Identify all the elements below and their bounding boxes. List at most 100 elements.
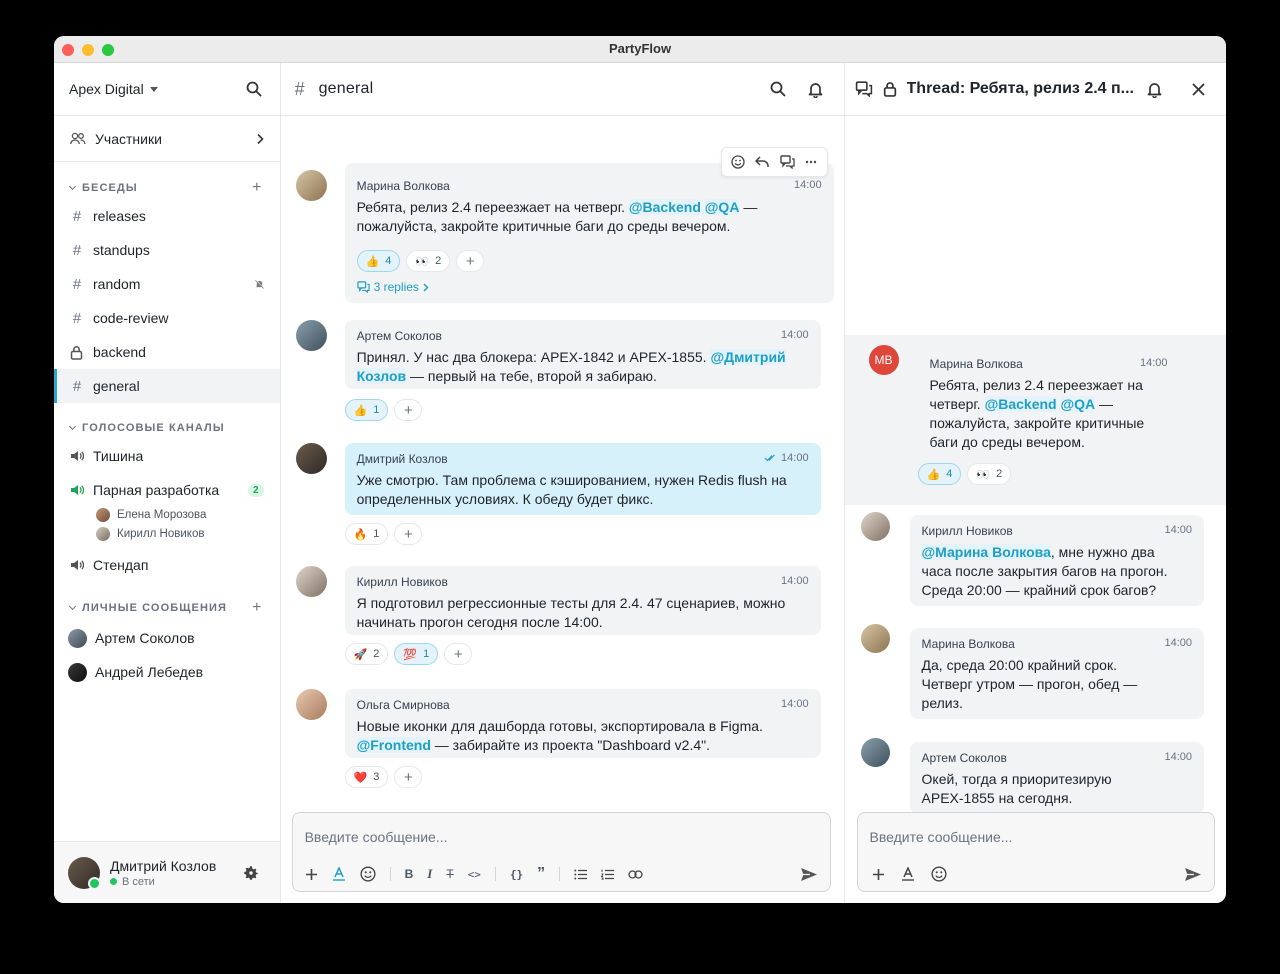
- bullet-list-icon[interactable]: [574, 869, 588, 880]
- hash-icon: #: [72, 377, 82, 395]
- add-reaction-button[interactable]: +: [394, 399, 423, 421]
- channel-general[interactable]: # general: [54, 369, 280, 403]
- reaction-thumbs-up[interactable]: 👍 1: [344, 399, 389, 421]
- avatar[interactable]: [295, 170, 327, 201]
- voice-channel-silence[interactable]: Тишина: [54, 439, 280, 473]
- avatar[interactable]: [68, 856, 101, 890]
- message-author[interactable]: Артем Соколов: [357, 329, 442, 343]
- send-button[interactable]: [1184, 867, 1202, 882]
- message-author[interactable]: Марина Волкова: [930, 357, 1023, 371]
- members-link[interactable]: Участники: [54, 117, 280, 162]
- code-block-icon[interactable]: {}: [510, 868, 523, 881]
- quote-icon[interactable]: ”: [537, 866, 545, 882]
- avatar[interactable]: [295, 566, 327, 597]
- add-dm-icon[interactable]: +: [252, 599, 262, 617]
- reaction-heart[interactable]: ❤️ 3: [344, 766, 389, 788]
- numbered-list-icon[interactable]: [601, 869, 615, 880]
- title-bar: PartyFlow: [54, 36, 1226, 63]
- add-reaction-button[interactable]: +: [444, 643, 473, 665]
- emoji-icon[interactable]: [930, 866, 947, 882]
- mention[interactable]: @QA: [1060, 396, 1096, 412]
- reaction-eyes[interactable]: 👀 2: [967, 463, 1012, 485]
- mention[interactable]: @QA: [704, 199, 740, 215]
- add-reaction-button[interactable]: +: [394, 523, 423, 545]
- mention[interactable]: @Backend: [984, 396, 1057, 412]
- mention[interactable]: @Марина Волкова: [921, 544, 1051, 560]
- avatar[interactable]: [860, 624, 890, 653]
- mention[interactable]: @Backend: [628, 199, 701, 215]
- mention[interactable]: @Дмитрий: [710, 349, 786, 365]
- link-icon[interactable]: [628, 869, 643, 879]
- close-icon[interactable]: [1188, 79, 1208, 99]
- avatar[interactable]: [295, 443, 327, 474]
- status-indicator[interactable]: В сети: [110, 876, 216, 888]
- dm-andrey-lebedev[interactable]: Андрей Лебедев: [54, 655, 280, 689]
- voice-participant[interactable]: Кирилл Новиков: [54, 524, 280, 543]
- message-author[interactable]: Марина Волкова: [357, 179, 450, 193]
- channel-code-review[interactable]: # code-review: [54, 301, 280, 335]
- bell-icon[interactable]: [1144, 79, 1164, 99]
- reaction-rocket[interactable]: 🚀 2: [344, 643, 389, 665]
- channel-random[interactable]: # random: [54, 267, 280, 301]
- mention[interactable]: @Frontend: [356, 737, 431, 753]
- gear-icon[interactable]: [242, 864, 260, 882]
- attach-plus-icon[interactable]: [872, 868, 885, 881]
- channel-standups[interactable]: # standups: [54, 233, 280, 267]
- dm-artem-sokolov[interactable]: Артем Соколов: [54, 621, 280, 655]
- italic-icon[interactable]: I: [427, 866, 432, 882]
- message-author[interactable]: Марина Волкова: [922, 637, 1015, 651]
- message-author[interactable]: Дмитрий Козлов: [357, 452, 448, 466]
- reply-icon[interactable]: [755, 156, 770, 168]
- text-format-icon[interactable]: [901, 867, 915, 881]
- voice-section-header[interactable]: ГОЛОСОВЫЕ КАНАЛЫ: [54, 417, 280, 439]
- voice-channel-standup[interactable]: Стендап: [54, 548, 280, 582]
- message-author[interactable]: Кирилл Новиков: [357, 575, 448, 589]
- reaction-thumbs-up[interactable]: 👍 4: [356, 250, 401, 272]
- more-icon[interactable]: [805, 160, 817, 164]
- message-author[interactable]: Кирилл Новиков: [922, 524, 1013, 538]
- reaction-thumbs-up[interactable]: 👍 4: [917, 463, 962, 485]
- channel-releases[interactable]: # releases: [54, 199, 280, 233]
- dm-section-header[interactable]: ЛИЧНЫЕ СООБЩЕНИЯ +: [54, 597, 280, 619]
- avatar[interactable]: [295, 689, 327, 720]
- zoom-window-button[interactable]: [102, 44, 114, 56]
- add-reaction-button[interactable]: +: [456, 250, 485, 272]
- attach-plus-icon[interactable]: [305, 868, 318, 881]
- workspace-switcher[interactable]: Apex Digital: [69, 81, 158, 97]
- message-author[interactable]: Ольга Смирнова: [357, 698, 450, 712]
- thread-message-input[interactable]: Введите сообщение...: [870, 829, 1013, 845]
- reaction-hundred[interactable]: 💯 1: [394, 643, 439, 665]
- thread-replies-link[interactable]: 3 replies: [356, 280, 822, 294]
- thread-icon[interactable]: [780, 155, 795, 169]
- avatar[interactable]: [860, 738, 890, 767]
- avatar[interactable]: [295, 320, 327, 351]
- bold-icon[interactable]: B: [405, 867, 414, 881]
- message-input[interactable]: Введите сообщение...: [305, 829, 448, 845]
- add-channel-icon[interactable]: +: [252, 179, 262, 197]
- mention[interactable]: Козлов: [356, 368, 407, 384]
- voice-channel-pair-programming[interactable]: Парная разработка 2: [54, 475, 280, 505]
- emoji-icon[interactable]: [360, 866, 376, 882]
- text-format-icon[interactable]: [332, 867, 346, 881]
- thread-composer[interactable]: Введите сообщение...: [856, 812, 1215, 892]
- conversations-section-header[interactable]: БЕСЕДЫ +: [54, 177, 280, 199]
- voice-participant[interactable]: Елена Морозова: [54, 505, 280, 524]
- code-icon[interactable]: <>: [468, 868, 481, 881]
- message-author[interactable]: Артем Соколов: [922, 751, 1007, 765]
- reaction-eyes[interactable]: 👀 2: [406, 250, 451, 272]
- close-window-button[interactable]: [62, 44, 74, 56]
- minimize-window-button[interactable]: [82, 44, 94, 56]
- avatar[interactable]: МВ: [868, 345, 899, 375]
- status-text: В сети: [122, 875, 155, 888]
- reaction-fire[interactable]: 🔥 1: [344, 523, 389, 545]
- add-reaction-button[interactable]: +: [394, 766, 423, 788]
- add-reaction-icon[interactable]: [731, 155, 745, 169]
- search-icon[interactable]: [244, 79, 264, 99]
- bell-icon[interactable]: [806, 79, 826, 99]
- channel-backend[interactable]: backend: [54, 335, 280, 369]
- avatar[interactable]: [860, 512, 890, 541]
- search-icon[interactable]: [768, 79, 788, 99]
- send-button[interactable]: [800, 867, 818, 882]
- strikethrough-icon[interactable]: T: [446, 867, 453, 881]
- message-composer[interactable]: Введите сообщение... B I T <> {} ”: [291, 812, 831, 892]
